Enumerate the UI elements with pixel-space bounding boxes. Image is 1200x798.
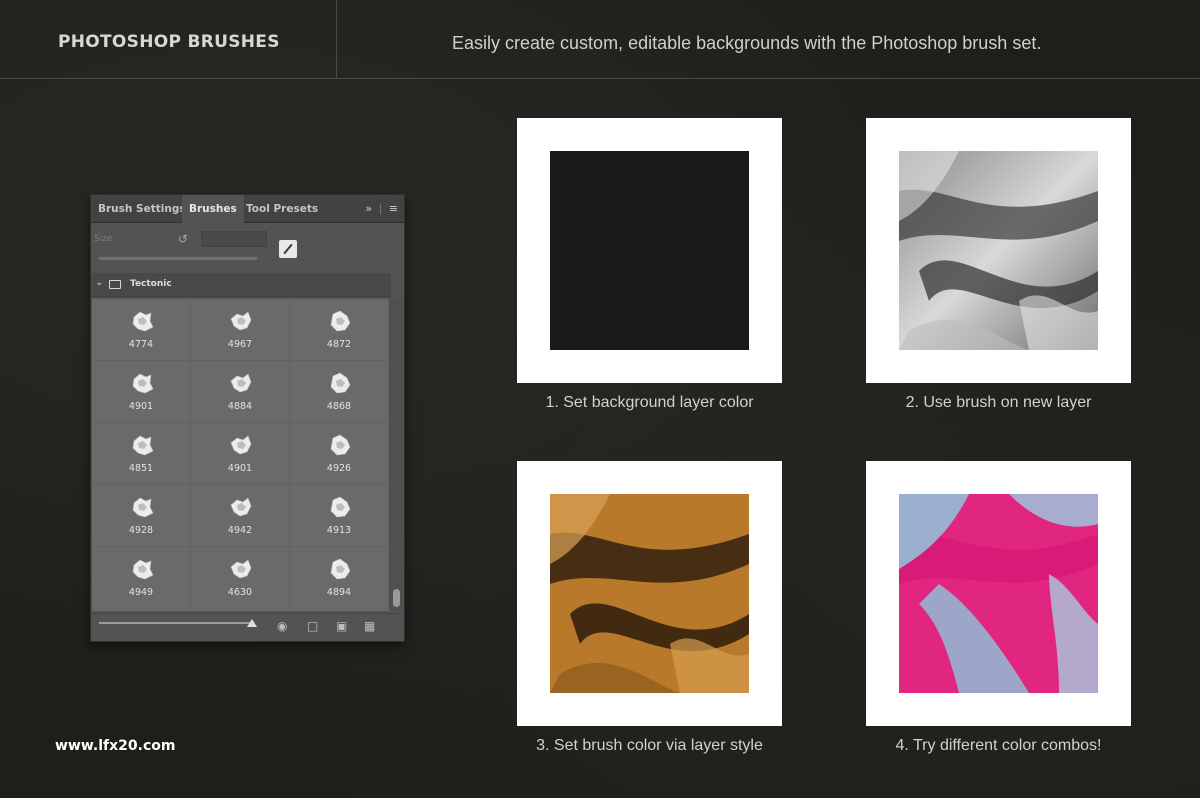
brush-tip-icon xyxy=(330,558,351,580)
brush-preset[interactable]: 4913 xyxy=(290,485,389,547)
page-title: PHOTOSHOP BRUSHES xyxy=(58,32,280,52)
trash-icon[interactable]: ▦ xyxy=(364,619,375,633)
preview-size-slider[interactable] xyxy=(99,622,251,624)
brush-group-row[interactable]: ⌄ Tectonic xyxy=(91,273,391,297)
brush-preset-number: 4926 xyxy=(326,463,352,474)
hamburger-menu-icon[interactable]: ≡ xyxy=(389,202,398,215)
size-input[interactable] xyxy=(201,231,267,247)
step-4-caption: 4. Try different color combos! xyxy=(895,737,1102,754)
brush-preset-number: 4928 xyxy=(128,525,154,536)
step-4-card xyxy=(866,461,1131,726)
step-3-texture xyxy=(550,494,749,693)
brush-preset[interactable]: 4949 xyxy=(92,547,191,609)
brush-preset-number: 4774 xyxy=(128,339,154,350)
brush-tip-icon xyxy=(230,559,252,579)
brush-tip-icon xyxy=(330,310,351,332)
brush-preset[interactable]: 4942 xyxy=(191,485,290,547)
slider-knob[interactable] xyxy=(247,619,257,627)
brush-tip-icon xyxy=(330,434,351,456)
reset-icon[interactable]: ↺ xyxy=(178,232,188,246)
brush-preset[interactable]: 4901 xyxy=(191,423,290,485)
folder-icon xyxy=(109,280,121,289)
brush-preset[interactable]: 4894 xyxy=(290,547,389,609)
brush-preset-number: 4901 xyxy=(227,463,253,474)
brush-preset[interactable]: 4851 xyxy=(92,423,191,485)
brush-preset[interactable]: 4926 xyxy=(290,423,389,485)
brushes-panel: Brush Settings Brushes Tool Presets » | … xyxy=(90,194,405,642)
tab-brushes[interactable]: Brushes xyxy=(182,195,244,223)
brush-preset[interactable]: 4928 xyxy=(92,485,191,547)
brush-preset-number: 4894 xyxy=(326,587,352,598)
brush-tip-icon xyxy=(132,311,154,332)
step-2-card xyxy=(866,118,1131,383)
brush-tip-icon xyxy=(132,497,154,518)
header-bar: PHOTOSHOP BRUSHES Easily create custom, … xyxy=(0,0,1200,79)
brush-preset[interactable]: 4774 xyxy=(92,299,191,361)
brush-preset[interactable]: 4872 xyxy=(290,299,389,361)
brush-tip-icon xyxy=(330,372,351,394)
brush-tip-icon xyxy=(132,559,154,580)
brush-preset-number: 4942 xyxy=(227,525,253,536)
brush-tip-icon xyxy=(132,373,154,394)
brush-tip-icon xyxy=(230,497,252,517)
step-2-caption: 2. Use brush on new layer xyxy=(905,394,1092,411)
step-1-swatch xyxy=(550,151,749,350)
size-label: Size: xyxy=(94,234,116,244)
brush-preset-number: 4884 xyxy=(227,401,253,412)
step-2-texture xyxy=(899,151,1098,350)
separator: | xyxy=(378,202,383,215)
panel-tab-bar: Brush Settings Brushes Tool Presets » | … xyxy=(91,195,404,223)
scrollbar-thumb[interactable] xyxy=(393,589,400,607)
brush-preset-number: 4913 xyxy=(326,525,352,536)
brush-preset[interactable]: 4868 xyxy=(290,361,389,423)
brush-group-name: Tectonic xyxy=(130,279,172,289)
brush-preset[interactable]: 4630 xyxy=(191,547,290,609)
double-chevron-right-icon[interactable]: » xyxy=(365,202,372,215)
brush-preset-number: 4901 xyxy=(128,401,154,412)
brush-preset-number: 4967 xyxy=(227,339,253,350)
brush-preset[interactable]: 4967 xyxy=(191,299,290,361)
size-slider[interactable] xyxy=(99,257,257,260)
scrollbar[interactable] xyxy=(390,299,403,611)
step-4-texture xyxy=(899,494,1098,693)
step-3-card xyxy=(517,461,782,726)
new-preset-icon[interactable]: ▣ xyxy=(336,619,347,633)
new-brush-icon[interactable] xyxy=(279,240,297,258)
brush-preset-number: 4630 xyxy=(227,587,253,598)
brush-grid: 4774 4967 4872 4901 4884 4868 4851 4901 4926 4928… xyxy=(92,299,389,611)
brush-tip-icon xyxy=(230,311,252,331)
tab-brush-settings[interactable]: Brush Settings xyxy=(91,195,193,223)
chevron-down-icon[interactable]: ⌄ xyxy=(95,277,103,288)
brush-tip-icon xyxy=(230,373,252,393)
brush-preset-number: 4868 xyxy=(326,401,352,412)
brush-tip-icon xyxy=(330,496,351,518)
eye-icon[interactable]: ◉ xyxy=(277,619,287,633)
brush-preset[interactable]: 4884 xyxy=(191,361,290,423)
tab-tool-presets[interactable]: Tool Presets xyxy=(239,195,325,223)
panel-menu-icons: » | ≡ xyxy=(365,195,398,223)
website-url[interactable]: www.lfx20.com xyxy=(55,738,175,754)
header-divider xyxy=(336,0,337,79)
step-3-caption: 3. Set brush color via layer style xyxy=(536,737,763,754)
brush-preset-number: 4949 xyxy=(128,587,154,598)
brush-preset-number: 4851 xyxy=(128,463,154,474)
step-1-card xyxy=(517,118,782,383)
step-1-caption: 1. Set background layer color xyxy=(545,394,754,411)
brush-tip-icon xyxy=(132,435,154,456)
folder-icon[interactable]: □ xyxy=(307,619,318,633)
tagline: Easily create custom, editable backgroun… xyxy=(452,33,1042,53)
brush-tip-icon xyxy=(230,435,252,455)
brush-preset[interactable]: 4901 xyxy=(92,361,191,423)
brush-preset-number: 4872 xyxy=(326,339,352,350)
panel-footer: ◉ □ ▣ ▦ xyxy=(91,613,404,641)
